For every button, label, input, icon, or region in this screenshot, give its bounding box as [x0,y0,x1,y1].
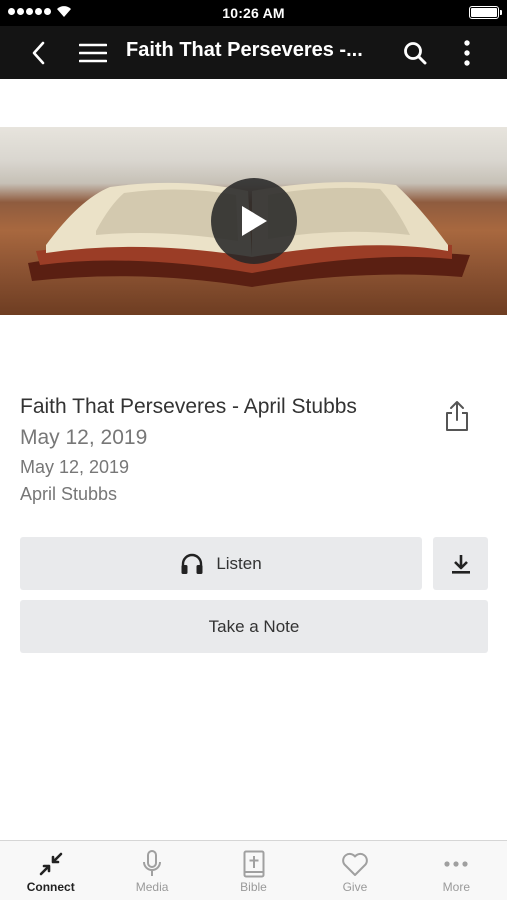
menu-button[interactable] [76,26,110,79]
more-horizontal-icon [444,861,468,867]
tab-media[interactable]: Media [101,841,202,900]
sermon-date: May 12, 2019 [20,426,148,449]
share-button[interactable] [440,398,474,434]
tab-label: Bible [240,880,267,894]
video-thumbnail[interactable] [0,127,507,315]
headphones-icon [181,553,203,574]
more-vertical-icon [464,39,470,66]
tab-connect[interactable]: Connect [0,841,101,900]
listen-label: Listen [216,553,262,573]
download-icon [451,554,470,574]
more-options-button[interactable] [452,26,482,79]
back-button[interactable] [20,26,56,79]
download-button[interactable] [433,537,488,590]
tab-give[interactable]: Give [304,841,405,900]
tab-more[interactable]: More [406,841,507,900]
search-button[interactable] [398,26,432,79]
nav-bar: Faith That Perseveres -... [0,26,507,79]
status-bar: 10:26 AM [0,0,507,26]
sermon-date-secondary: May 12, 2019 [20,457,130,477]
play-button[interactable] [211,178,297,264]
play-icon [242,206,267,236]
sermon-title: Faith That Perseveres - April Stubbs [20,395,357,418]
tab-label: Media [135,880,169,894]
back-icon [32,41,45,64]
bible-icon [243,850,265,878]
tab-bar: Connect Media Bible Give More [0,840,507,900]
tab-label: Connect [26,880,75,894]
connect-icon [39,852,63,876]
search-icon [404,41,427,64]
status-time: 10:26 AM [222,5,285,21]
speaker-name: April Stubbs [20,484,118,504]
tab-bible[interactable]: Bible [203,841,304,900]
take-note-button[interactable]: Take a Note [20,600,488,653]
heart-icon [342,852,368,876]
microphone-icon [143,850,162,876]
share-icon [446,401,468,431]
battery-icon [469,6,502,19]
tab-label: More [442,880,470,894]
listen-button[interactable]: Listen [20,537,422,590]
tab-label: Give [342,880,368,894]
take-note-label: Take a Note [208,616,300,636]
menu-icon [79,43,107,62]
nav-title: Faith That Perseveres -... [126,39,363,61]
